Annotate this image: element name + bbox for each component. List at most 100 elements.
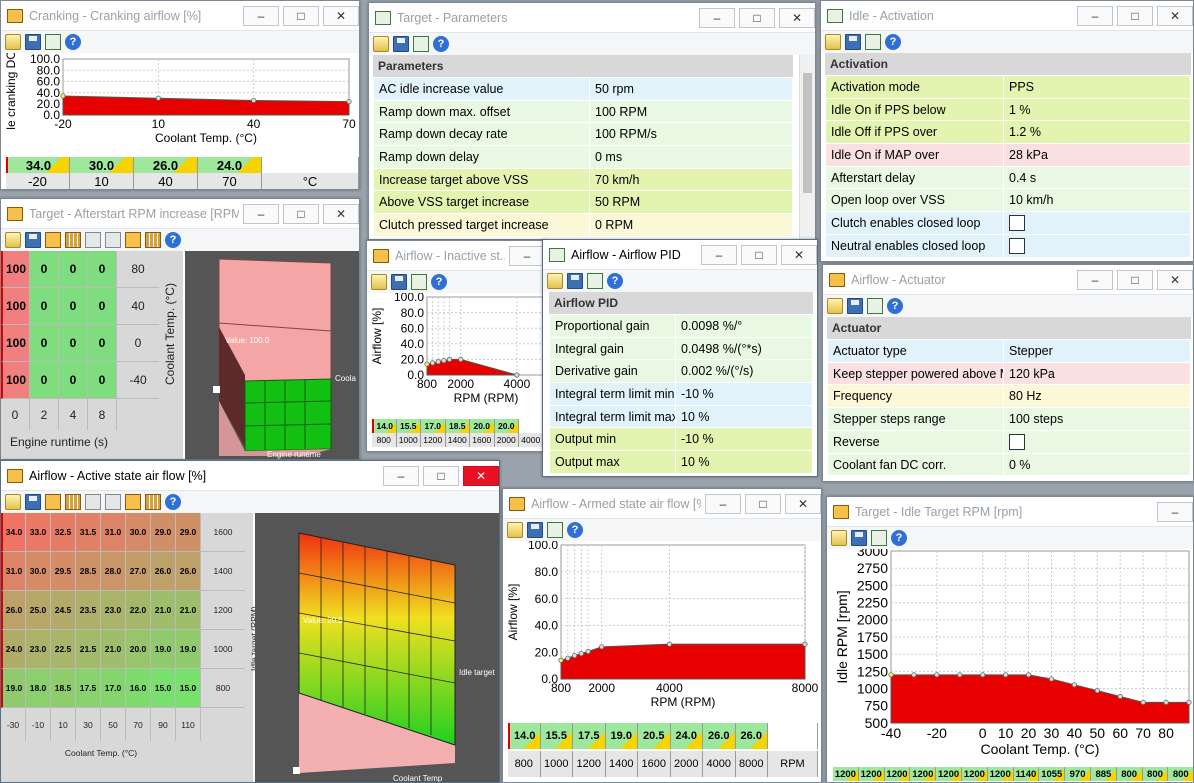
value-cell[interactable]: 30.0	[70, 157, 134, 173]
value-cell[interactable]: 1200	[961, 767, 988, 781]
value-cell[interactable]: 17.0	[421, 419, 446, 433]
param-value[interactable]: 10 %	[675, 404, 813, 429]
window-icon[interactable]	[871, 530, 887, 546]
param-value[interactable]: 10 km/h	[1003, 188, 1191, 213]
data-point[interactable]	[1071, 682, 1077, 688]
param-row[interactable]: Derivative gain 0.002 %/(°/s)	[549, 359, 813, 384]
data-point[interactable]	[980, 672, 986, 678]
data-point[interactable]	[571, 652, 578, 659]
param-row[interactable]: Increase target above VSS 70 km/h	[373, 167, 793, 192]
table-cell[interactable]: 26.0	[1, 591, 26, 630]
data-point[interactable]	[1048, 676, 1055, 682]
data-point[interactable]	[155, 95, 161, 101]
maximize-button[interactable]: □	[741, 244, 777, 265]
param-row[interactable]: Keep stepper powered above MAP120 kPa	[827, 361, 1191, 386]
help-icon[interactable]: ?	[567, 522, 583, 538]
param-row[interactable]: Frequency 80 Hz	[827, 384, 1191, 409]
param-value[interactable]: 1 %	[1003, 97, 1191, 122]
inactive-window[interactable]: Airflow - Inactive st... – ? 100.0 80.0 60…	[366, 240, 546, 452]
afterstart-3d-view[interactable]: Value: 100.0 Coola Engine runtime	[185, 251, 359, 459]
data-point[interactable]	[911, 672, 917, 678]
table-cell[interactable]: 19.0	[176, 630, 201, 669]
data-point[interactable]	[424, 361, 430, 367]
table-icon[interactable]	[45, 232, 61, 248]
table-cell[interactable]: 22.0	[126, 591, 151, 630]
maximize-button[interactable]: □	[283, 203, 319, 224]
param-row[interactable]: Idle On if PPS below 1 %	[825, 97, 1191, 122]
grid-icon[interactable]	[145, 494, 161, 510]
title-bar[interactable]: Target - Idle Target RPM [rpm] –	[827, 497, 1193, 527]
value-cell[interactable]: 15.5	[396, 419, 421, 433]
grid-icon[interactable]	[145, 232, 161, 248]
table-cell[interactable]: 24.0	[1, 630, 26, 669]
table-cell[interactable]: 100	[1, 288, 30, 325]
maximize-button[interactable]: □	[423, 465, 459, 486]
data-point[interactable]	[578, 650, 584, 657]
save-icon[interactable]	[851, 530, 867, 546]
table-cell[interactable]: 100	[1, 325, 30, 362]
table-cell[interactable]: 31.0	[1, 552, 26, 591]
folder-open-icon[interactable]	[547, 273, 563, 289]
param-row[interactable]: Ramp down delay 0 ms	[373, 145, 793, 169]
param-value[interactable]: -10 %	[675, 382, 813, 406]
data-point[interactable]	[599, 644, 605, 650]
table-cell[interactable]: 28.0	[101, 552, 126, 591]
table-cell[interactable]: 30.0	[126, 513, 151, 552]
help-icon[interactable]: ?	[433, 36, 449, 52]
param-value[interactable]: 100 RPM	[589, 99, 793, 124]
data-point[interactable]	[888, 672, 894, 678]
value-cell[interactable]: 800	[1116, 767, 1143, 781]
data-point[interactable]	[1163, 699, 1169, 705]
data-point[interactable]	[558, 657, 564, 663]
title-bar[interactable]: Target - Afterstart RPM increase [RPM] –…	[1, 199, 359, 229]
table-cell[interactable]: 31.5	[76, 513, 101, 552]
grid-icon[interactable]	[65, 494, 81, 510]
window-icon[interactable]	[413, 36, 429, 52]
table-cell[interactable]: 15.0	[151, 669, 176, 708]
help-icon[interactable]: ?	[165, 232, 181, 248]
data-point[interactable]	[1117, 693, 1123, 700]
value-cell[interactable]: 1140	[1013, 767, 1040, 781]
table-cell[interactable]: 23.0	[26, 630, 51, 669]
param-row[interactable]: Integral term limit min -10 %	[549, 382, 813, 406]
maximize-button[interactable]: □	[745, 493, 781, 514]
table-cell[interactable]: 29.5	[51, 552, 76, 591]
table-cell[interactable]: 29.0	[176, 513, 201, 552]
data-point[interactable]	[346, 98, 352, 105]
checkbox[interactable]	[1009, 433, 1025, 450]
table-cell[interactable]: 15.0	[176, 669, 201, 708]
param-row[interactable]: Proportional gain 0.0098 %/°	[549, 314, 813, 338]
param-value[interactable]	[1003, 429, 1191, 454]
data-point[interactable]	[1094, 688, 1100, 694]
table-cell[interactable]: 17.0	[101, 669, 126, 708]
param-row[interactable]: Reverse	[827, 429, 1191, 454]
param-row[interactable]: Activation mode PPS	[825, 75, 1191, 99]
columns-icon[interactable]	[85, 494, 101, 510]
close-button[interactable]: ✕	[779, 7, 815, 28]
value-cell[interactable]: 1200	[884, 767, 911, 781]
param-value[interactable]: 0 RPM	[589, 213, 793, 237]
param-value[interactable]: 50 RPM	[589, 190, 793, 215]
param-row[interactable]: Clutch enables closed loop	[825, 211, 1191, 236]
data-point[interactable]	[251, 97, 257, 104]
help-icon[interactable]: ?	[887, 298, 903, 314]
title-bar[interactable]: Airflow - Active state air flow [%] – □ …	[1, 461, 499, 491]
title-bar[interactable]: Target - Parameters – □ ✕	[369, 3, 815, 33]
save-icon[interactable]	[567, 273, 583, 289]
data-point[interactable]	[1186, 699, 1192, 705]
table-cell[interactable]: 0	[59, 325, 88, 362]
data-point[interactable]	[802, 641, 808, 647]
afterstart-table[interactable]: 100 0 0 0 80 100 0 0 0 40 100 0 0 0 0 100 0 0 0 -40 0 2 4 8 Engi…	[1, 251, 183, 459]
value-cell[interactable]: 24.0	[198, 157, 262, 173]
table-cell[interactable]: 22.5	[51, 630, 76, 669]
airflow-actuator-window[interactable]: Airflow - Actuator – □ ✕ ? Actuator Actu…	[822, 264, 1194, 482]
data-point[interactable]	[1140, 699, 1146, 705]
title-bar[interactable]: Idle - Activation – □ ✕	[821, 1, 1193, 31]
idle-activation-window[interactable]: Idle - Activation – □ ✕ ? Activation Act…	[820, 0, 1194, 262]
target-parameters-window[interactable]: Target - Parameters – □ ✕ ? Parameters A…	[368, 2, 816, 240]
window-icon[interactable]	[411, 274, 427, 290]
param-value[interactable]: 70 km/h	[589, 167, 793, 192]
title-bar[interactable]: Cranking - Cranking airflow [%] – □ ✕	[1, 1, 359, 31]
param-value[interactable]: 0.002 %/(°/s)	[675, 359, 813, 384]
table-icon[interactable]	[125, 494, 141, 510]
